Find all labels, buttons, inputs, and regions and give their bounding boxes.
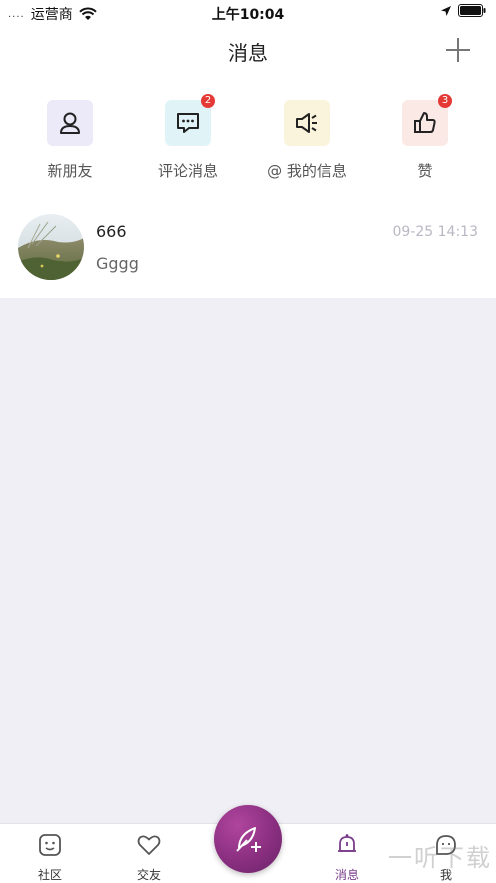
add-button[interactable]: [444, 36, 472, 64]
message-categories: 新朋友 2 评论消息 @ 我的信息 3 赞: [0, 76, 496, 198]
location-arrow-icon: [441, 5, 451, 16]
watermark: 一听下载: [388, 844, 492, 872]
thumbs-up-icon: [414, 112, 436, 133]
tab-dating[interactable]: 交友: [119, 832, 179, 883]
message-preview: Gggg: [96, 254, 139, 273]
unread-badge: 3: [438, 94, 452, 108]
plus-icon: [446, 38, 470, 62]
category-mentions[interactable]: @ 我的信息: [257, 100, 357, 190]
status-time: 上午10:04: [211, 7, 285, 23]
category-icon-box: [284, 100, 330, 146]
category-label: 赞: [417, 162, 433, 180]
category-icon-box: 2: [165, 94, 215, 146]
user-icon: [60, 112, 80, 134]
category-likes[interactable]: 3 赞: [375, 94, 475, 190]
nav-header: 消息: [0, 26, 496, 76]
avatar: [18, 214, 84, 280]
tab-community[interactable]: 社区: [20, 832, 80, 883]
unread-badge: 2: [201, 94, 215, 108]
status-bar: .... 运营商 上午10:04: [0, 0, 496, 26]
bell-icon: [338, 834, 356, 852]
category-icon-box: [47, 100, 93, 146]
category-label: 新朋友: [47, 162, 93, 180]
status-right: [440, 4, 486, 17]
page-title: 消息: [228, 41, 268, 65]
battery-icon: [458, 4, 486, 17]
tab-label: 交友: [136, 868, 161, 882]
heart-icon: [137, 835, 161, 855]
message-time: 09-25 14:13: [392, 224, 478, 240]
message-sender: 666: [96, 222, 127, 241]
compose-post-button[interactable]: [214, 805, 282, 873]
community-icon: [39, 834, 61, 856]
megaphone-icon: [296, 113, 317, 133]
tab-label: 社区: [37, 868, 62, 882]
feather-plus-icon: [236, 827, 261, 852]
chat-icon: [177, 113, 199, 133]
category-comments[interactable]: 2 评论消息: [138, 94, 238, 190]
message-list-item[interactable]: 666 Gggg 09-25 14:13: [0, 198, 496, 298]
category-label: 评论消息: [157, 162, 218, 180]
avatar-photo: [18, 214, 84, 280]
category-new-friends[interactable]: 新朋友: [20, 100, 120, 190]
category-icon-box: 3: [402, 94, 452, 146]
category-label: @ 我的信息: [267, 162, 347, 180]
tab-messages[interactable]: 消息: [317, 832, 377, 883]
tab-label: 消息: [334, 868, 359, 882]
